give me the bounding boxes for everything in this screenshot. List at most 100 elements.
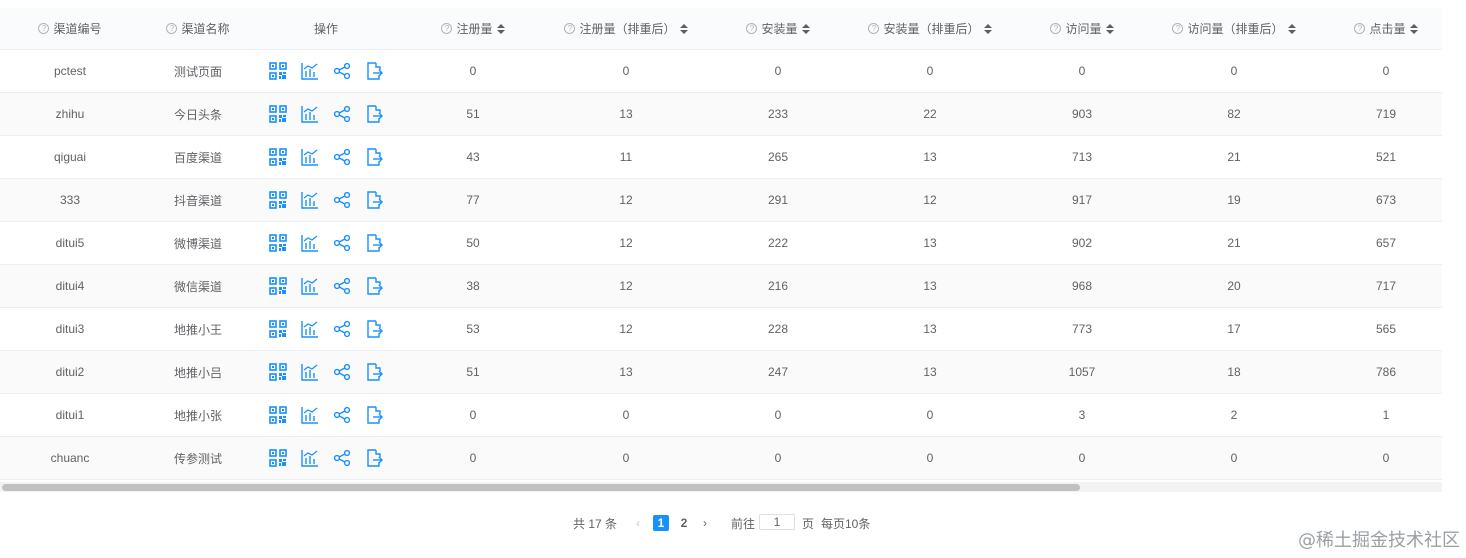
export-icon[interactable] bbox=[365, 234, 383, 252]
help-icon[interactable]: ? bbox=[38, 23, 50, 34]
share-icon[interactable] bbox=[333, 277, 351, 295]
cell-install-dedup: 13 bbox=[923, 236, 937, 250]
export-icon[interactable] bbox=[365, 62, 383, 80]
cell-install-count: 233 bbox=[767, 107, 789, 121]
chart-icon[interactable] bbox=[301, 234, 319, 252]
help-icon[interactable]: ? bbox=[166, 23, 178, 34]
cell-visit-dedup: 21 bbox=[1227, 236, 1241, 250]
qrcode-icon[interactable] bbox=[269, 363, 287, 381]
share-icon[interactable] bbox=[333, 363, 351, 381]
page-size-select[interactable]: 每页10条 bbox=[821, 513, 870, 533]
sort-icon[interactable] bbox=[1287, 23, 1296, 34]
header-label: 访问量（排重后） bbox=[1187, 22, 1284, 36]
qrcode-icon[interactable] bbox=[269, 320, 287, 338]
page-1-button[interactable]: 1 bbox=[653, 515, 669, 531]
qrcode-icon[interactable] bbox=[269, 234, 287, 252]
cell-visit-count: 0 bbox=[1078, 64, 1086, 78]
row-actions bbox=[251, 136, 401, 178]
header-label: 注册量（排重后） bbox=[579, 22, 676, 36]
goto-page-input[interactable]: 1 bbox=[759, 514, 795, 530]
export-icon[interactable] bbox=[365, 191, 383, 209]
cell-visit-dedup: 0 bbox=[1230, 64, 1238, 78]
share-icon[interactable] bbox=[333, 191, 351, 209]
help-icon[interactable]: ? bbox=[1050, 23, 1062, 34]
header-label: 安装量 bbox=[761, 22, 798, 36]
cell-register-count: 77 bbox=[466, 193, 480, 207]
help-icon[interactable]: ? bbox=[746, 23, 758, 34]
chart-icon[interactable] bbox=[301, 363, 319, 381]
table-row: ditui2 地推小吕 51 13 247 13 1057 18 786 bbox=[0, 351, 1442, 394]
export-icon[interactable] bbox=[365, 406, 383, 424]
qrcode-icon[interactable] bbox=[269, 148, 287, 166]
chart-icon[interactable] bbox=[301, 148, 319, 166]
share-icon[interactable] bbox=[333, 234, 351, 252]
export-icon[interactable] bbox=[365, 363, 383, 381]
chart-icon[interactable] bbox=[301, 277, 319, 295]
qrcode-icon[interactable] bbox=[269, 277, 287, 295]
share-icon[interactable] bbox=[333, 148, 351, 166]
help-icon[interactable]: ? bbox=[564, 23, 576, 34]
share-icon[interactable] bbox=[333, 406, 351, 424]
help-icon[interactable]: ? bbox=[1172, 23, 1184, 34]
cell-click-count: 657 bbox=[1375, 236, 1397, 250]
help-icon[interactable]: ? bbox=[441, 23, 453, 34]
chart-icon[interactable] bbox=[301, 191, 319, 209]
share-icon[interactable] bbox=[333, 449, 351, 467]
sort-icon[interactable] bbox=[679, 23, 688, 34]
next-page-icon[interactable]: › bbox=[703, 513, 707, 533]
header-register-count[interactable]: ? 注册量 bbox=[398, 8, 548, 49]
sort-icon[interactable] bbox=[801, 23, 810, 34]
qrcode-icon[interactable] bbox=[269, 406, 287, 424]
qrcode-icon[interactable] bbox=[269, 105, 287, 123]
cell-register-dedup: 0 bbox=[622, 64, 630, 78]
cell-install-dedup: 13 bbox=[923, 150, 937, 164]
export-icon[interactable] bbox=[365, 105, 383, 123]
qrcode-icon[interactable] bbox=[269, 62, 287, 80]
share-icon[interactable] bbox=[333, 105, 351, 123]
watermark: @稀土掘金技术社区 bbox=[1298, 530, 1460, 551]
chart-icon[interactable] bbox=[301, 105, 319, 123]
row-actions bbox=[251, 351, 401, 393]
prev-page-icon[interactable]: ‹ bbox=[636, 513, 640, 533]
row-actions bbox=[251, 308, 401, 350]
chart-icon[interactable] bbox=[301, 406, 319, 424]
header-visit-count[interactable]: ? 访问量 bbox=[1007, 8, 1157, 49]
table-row: pctest 测试页面 0 0 0 0 0 0 0 bbox=[0, 50, 1442, 93]
chart-icon[interactable] bbox=[301, 62, 319, 80]
table-row: 333 抖音渠道 77 12 291 12 917 19 673 bbox=[0, 179, 1442, 222]
chart-icon[interactable] bbox=[301, 449, 319, 467]
sort-icon[interactable] bbox=[983, 23, 992, 34]
cell-click-count: 673 bbox=[1375, 193, 1397, 207]
header-click-count[interactable]: ? 点击量 bbox=[1311, 8, 1442, 49]
cell-visit-dedup: 2 bbox=[1230, 408, 1238, 422]
share-icon[interactable] bbox=[333, 320, 351, 338]
header-register-dedup[interactable]: ? 注册量（排重后） bbox=[551, 8, 701, 49]
qrcode-icon[interactable] bbox=[269, 449, 287, 467]
header-label: 渠道编号 bbox=[53, 22, 102, 36]
export-icon[interactable] bbox=[365, 320, 383, 338]
cell-install-dedup: 13 bbox=[923, 322, 937, 336]
help-icon[interactable]: ? bbox=[1354, 23, 1366, 34]
header-visit-dedup[interactable]: ? 访问量（排重后） bbox=[1159, 8, 1309, 49]
cell-register-count: 38 bbox=[466, 279, 480, 293]
cell-click-count: 565 bbox=[1375, 322, 1397, 336]
cell-register-count: 51 bbox=[466, 107, 480, 121]
sort-icon[interactable] bbox=[1409, 23, 1418, 34]
horizontal-scrollbar-thumb[interactable] bbox=[2, 484, 1080, 491]
cell-install-dedup: 0 bbox=[926, 64, 934, 78]
cell-register-dedup: 12 bbox=[619, 322, 633, 336]
help-icon[interactable]: ? bbox=[868, 23, 880, 34]
export-icon[interactable] bbox=[365, 148, 383, 166]
qrcode-icon[interactable] bbox=[269, 191, 287, 209]
sort-icon[interactable] bbox=[1105, 23, 1114, 34]
cell-install-dedup: 0 bbox=[926, 408, 934, 422]
export-icon[interactable] bbox=[365, 277, 383, 295]
export-icon[interactable] bbox=[365, 449, 383, 467]
share-icon[interactable] bbox=[333, 62, 351, 80]
sort-icon[interactable] bbox=[496, 23, 505, 34]
header-install-count[interactable]: ? 安装量 bbox=[703, 8, 853, 49]
page-2-button[interactable]: 2 bbox=[676, 513, 692, 533]
row-actions bbox=[251, 265, 401, 307]
chart-icon[interactable] bbox=[301, 320, 319, 338]
header-install-dedup[interactable]: ? 安装量（排重后） bbox=[855, 8, 1005, 49]
